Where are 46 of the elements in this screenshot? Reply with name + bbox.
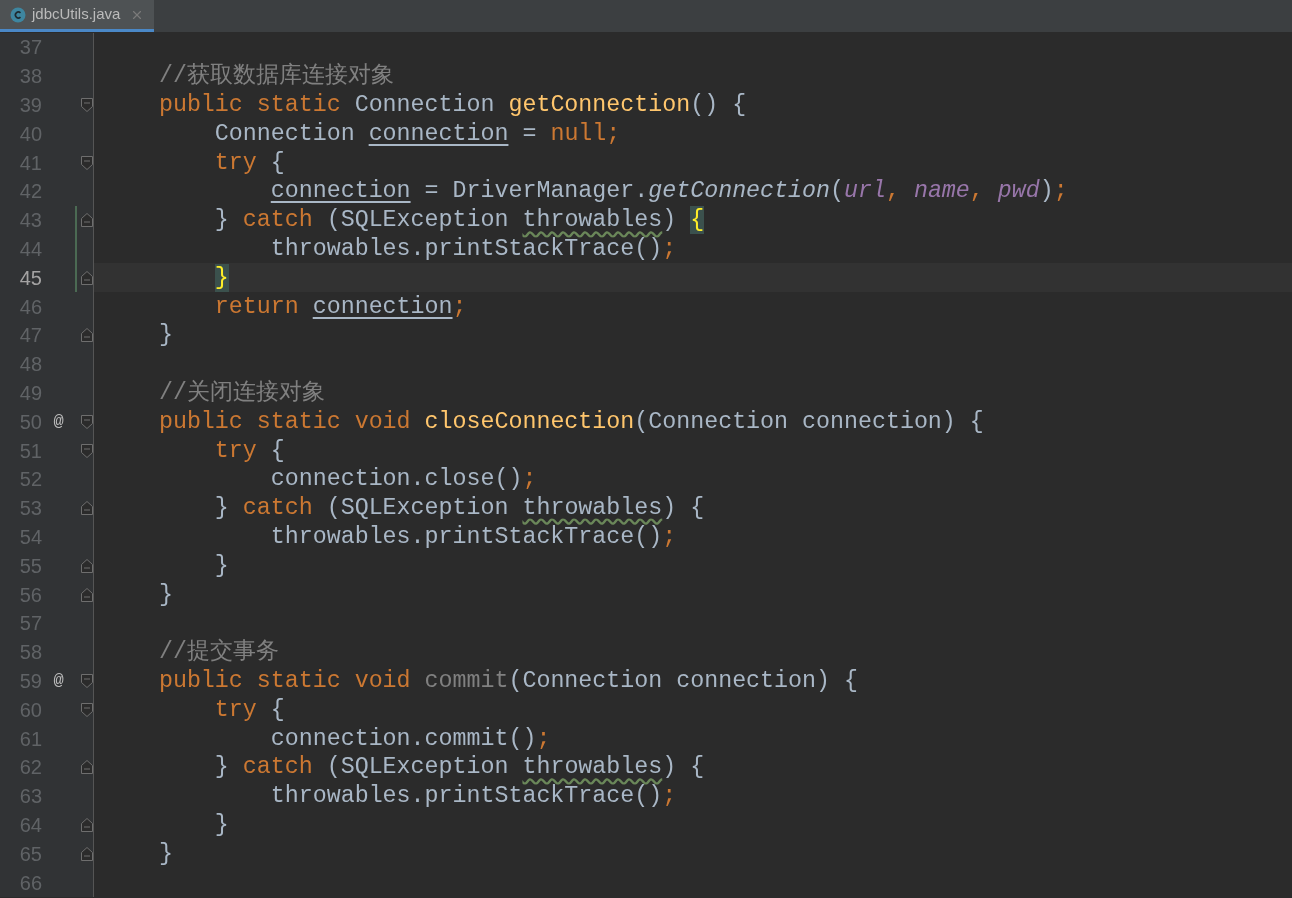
fold-icon[interactable] xyxy=(80,816,94,833)
fold-icon[interactable] xyxy=(80,97,94,113)
code-line: throwables.printStackTrace(); xyxy=(269,522,677,551)
fold-icon[interactable] xyxy=(80,701,94,718)
tab-label: jdbcUtils.java xyxy=(32,4,121,25)
code-line: public static void commit(Connection connection) { xyxy=(157,666,858,695)
fold-icon[interactable] xyxy=(80,557,94,574)
code-line: try { xyxy=(213,148,285,177)
fold-icon[interactable] xyxy=(80,759,94,776)
fold-icon[interactable] xyxy=(80,269,94,286)
code-line: //关闭连接对象 xyxy=(157,378,325,407)
code-line: } xyxy=(157,839,173,868)
code-line: connection.commit(); xyxy=(269,724,551,753)
fold-icon[interactable] xyxy=(80,212,94,229)
code-line: } xyxy=(157,580,173,609)
fold-icon[interactable] xyxy=(80,586,94,603)
code-line: } xyxy=(213,551,229,580)
code-line: } xyxy=(213,810,229,839)
code-line: Connection connection = null; xyxy=(213,119,621,148)
code-line: } catch (SQLException throwables) { xyxy=(213,753,705,782)
fold-icon[interactable] xyxy=(80,500,94,517)
fold-icon[interactable] xyxy=(80,672,94,689)
line-number: 45 xyxy=(18,265,42,291)
code-line: try { xyxy=(213,436,285,465)
code-line: throwables.printStackTrace(); xyxy=(269,234,677,263)
override-marker[interactable]: @ xyxy=(53,668,64,694)
class-icon xyxy=(10,6,26,23)
code-line: //获取数据库连接对象 xyxy=(157,62,394,91)
code-line: public static Connection getConnection() { xyxy=(157,91,747,119)
editor-tab[interactable]: jdbcUtils.java xyxy=(0,0,155,32)
override-marker[interactable]: @ xyxy=(53,409,64,435)
code-line: throwables.printStackTrace(); xyxy=(269,782,677,811)
fold-icon[interactable] xyxy=(80,845,94,862)
code-line: //提交事务 xyxy=(157,638,279,667)
code-line: } xyxy=(157,321,173,350)
code-line: connection.close(); xyxy=(269,465,537,494)
fold-icon[interactable] xyxy=(80,413,94,430)
code-line: public static void closeConnection(Connection connection) { xyxy=(157,407,984,436)
code-line: connection = DriverManager.getConnection(url, name, pwd); xyxy=(269,177,1068,206)
fold-icon[interactable] xyxy=(80,154,94,171)
code-line: return connection; xyxy=(213,292,467,321)
code-line: } catch (SQLException throwables) { xyxy=(213,494,705,523)
code-line: } catch (SQLException throwables) { xyxy=(213,206,705,235)
code-line: try { xyxy=(213,695,285,724)
fold-icon[interactable] xyxy=(80,442,94,459)
fold-icon[interactable] xyxy=(80,327,94,344)
